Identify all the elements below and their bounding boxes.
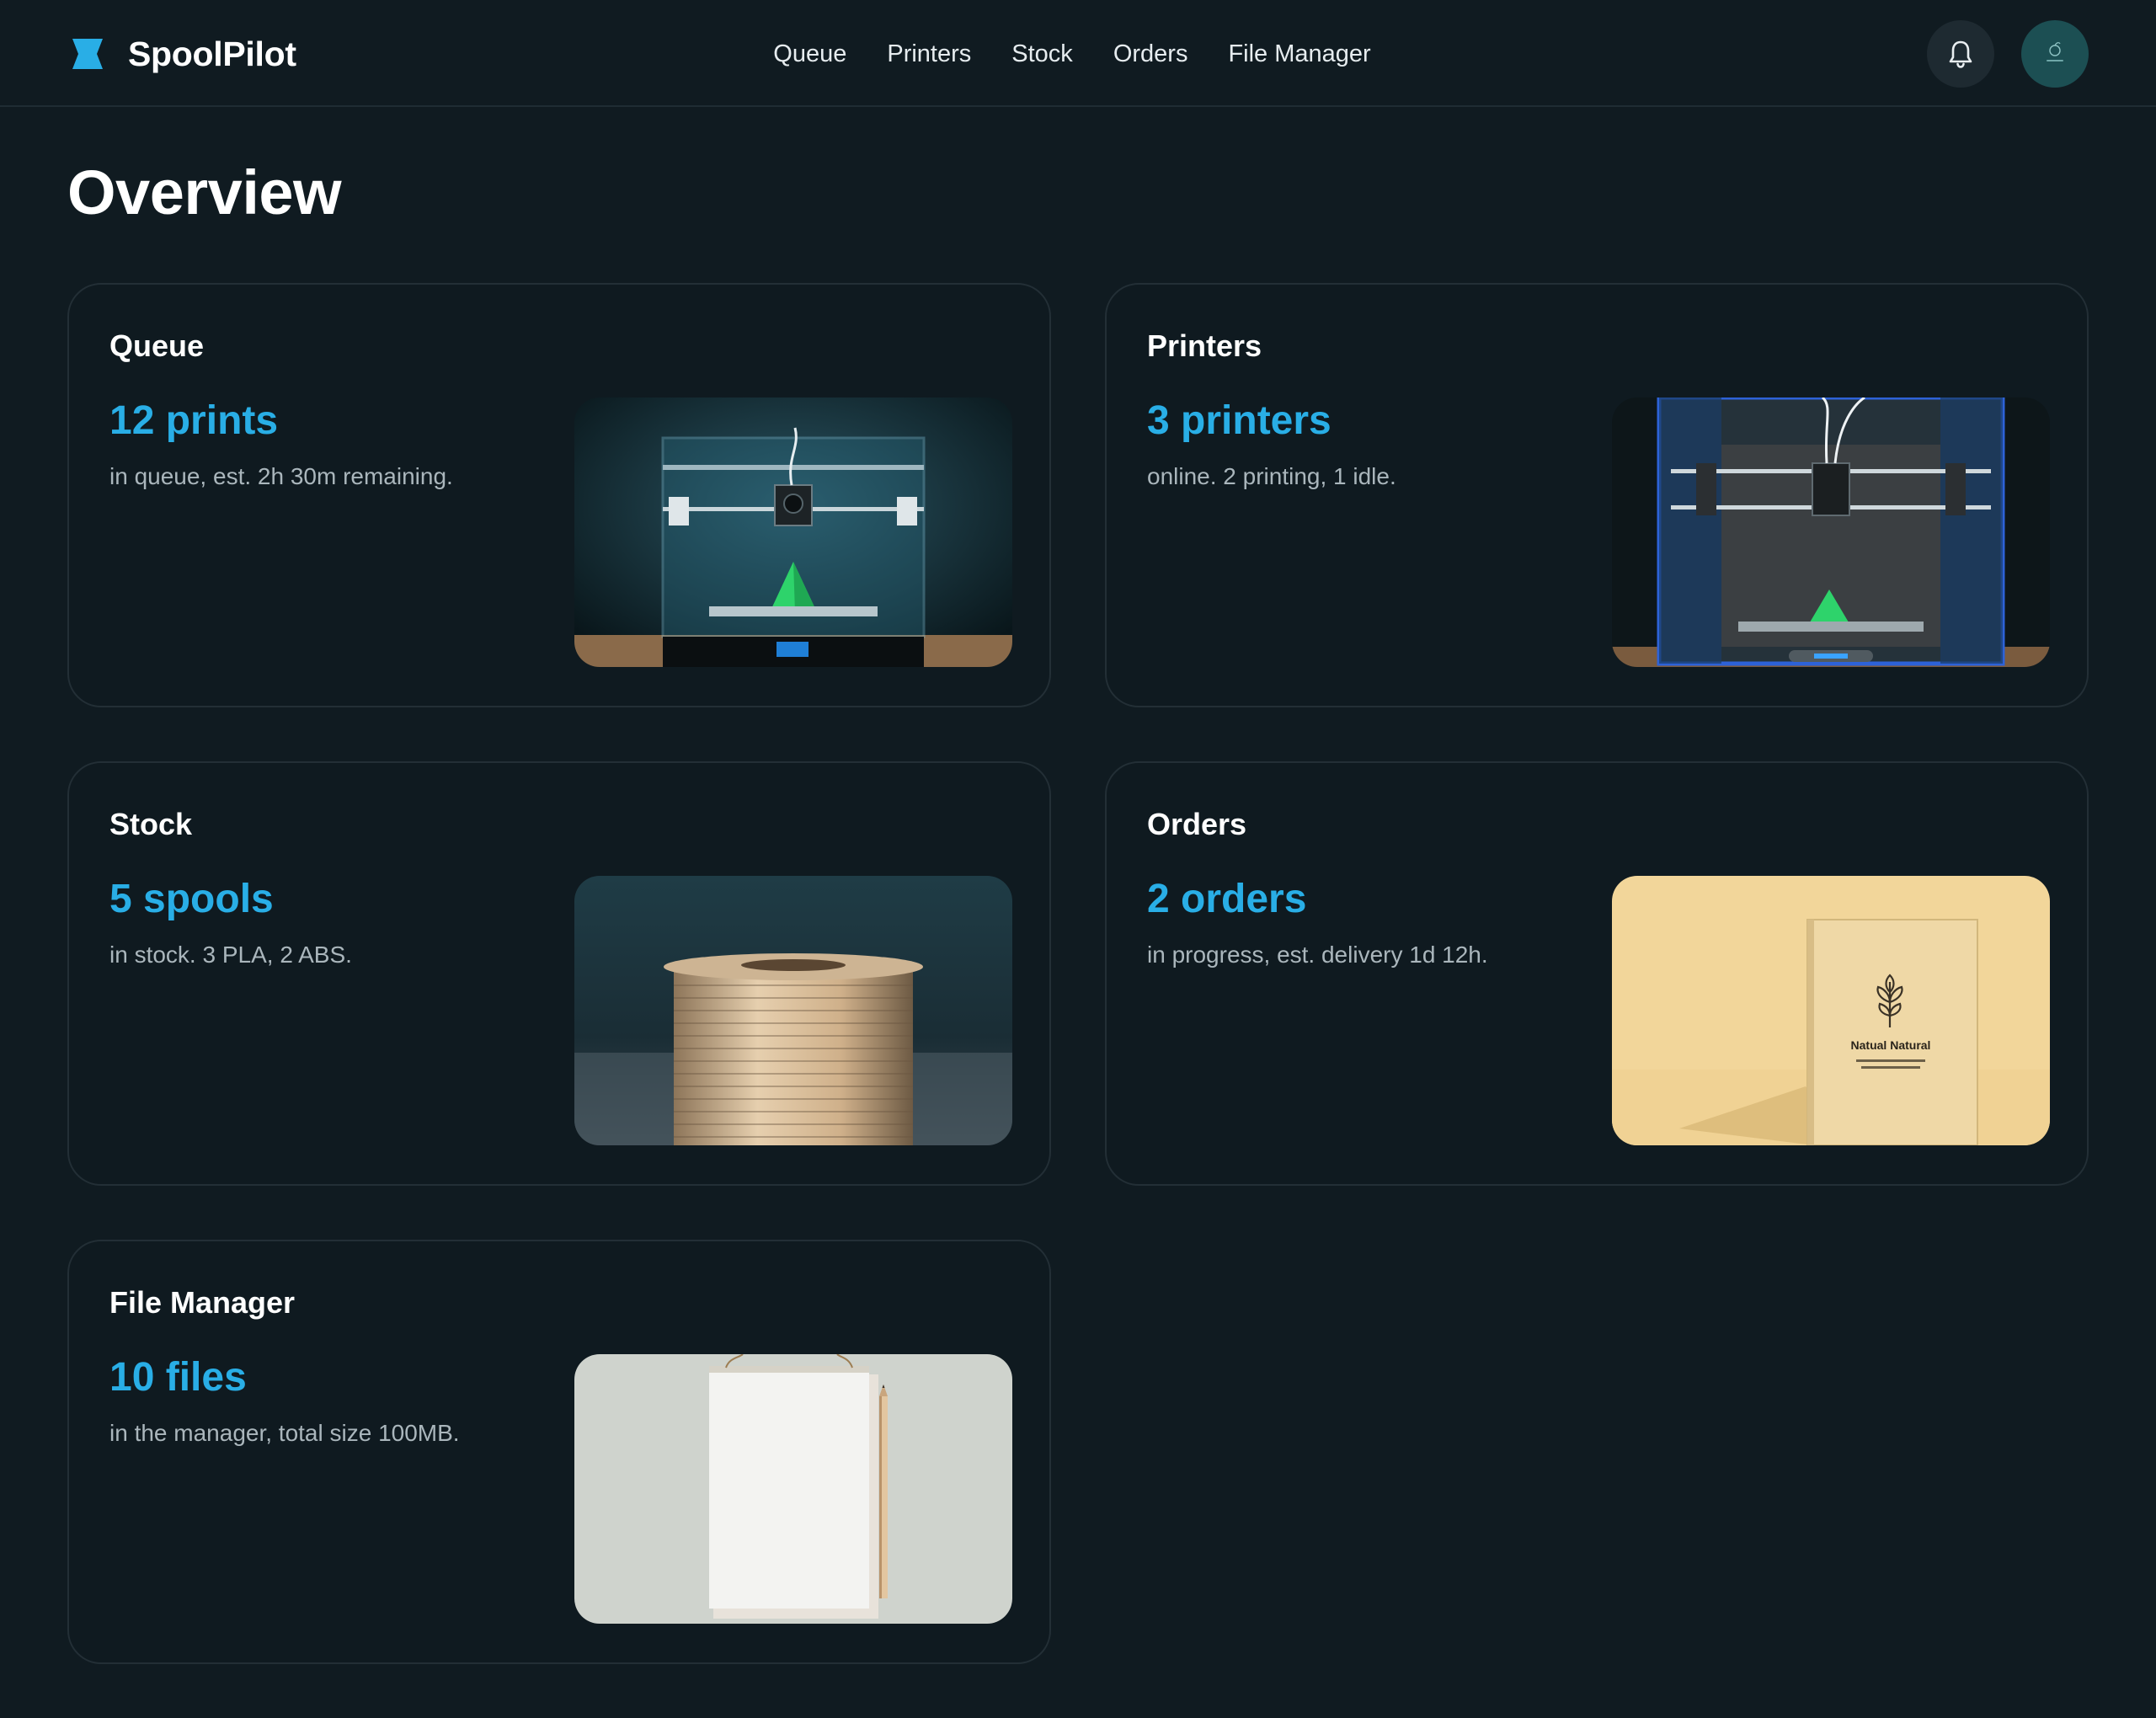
page-title: Overview	[67, 157, 342, 227]
card-count: 12 prints	[109, 398, 279, 443]
spool-logo-icon	[72, 39, 103, 69]
card-count: 3 printers	[1147, 398, 1331, 443]
stock-card[interactable]: Stock 5 spools in stock. 3 PLA, 2 ABS.	[67, 761, 1051, 1186]
card-title: Orders	[1147, 807, 1247, 841]
card-description: in progress, est. delivery 1d 12h.	[1147, 942, 1488, 968]
card-image	[574, 1354, 1012, 1624]
card-description: in stock. 3 PLA, 2 ABS.	[109, 942, 352, 968]
queue-card[interactable]: Queue 12 prints in queue, est. 2h 30m re…	[67, 283, 1051, 707]
avatar-icon	[2047, 42, 2063, 61]
nav-item-orders[interactable]: Orders	[1113, 34, 1188, 74]
user-avatar[interactable]	[2021, 20, 2089, 88]
nav-item-printers[interactable]: Printers	[887, 34, 971, 74]
card-count: 10 files	[109, 1355, 247, 1400]
3d-printer-enclosure-photo	[1612, 397, 2050, 667]
nav-item-stock[interactable]: Stock	[1011, 34, 1073, 74]
app-name: SpoolPilot	[128, 34, 296, 73]
card-image: Natual Natural	[1612, 876, 2050, 1145]
printers-card[interactable]: Printers 3 printers online. 2 printing, …	[1105, 283, 2089, 707]
3d-printer-photo	[574, 397, 1012, 667]
file-manager-card[interactable]: File Manager 10 files in the manager, to…	[67, 1240, 1051, 1664]
main-nav: Queue Printers Stock Orders File Manager	[0, 34, 2156, 74]
card-count: 2 orders	[1147, 877, 1307, 921]
card-title: Stock	[109, 807, 193, 841]
card-title: Printers	[1147, 328, 1262, 363]
box-label: Natual Natural	[1851, 1038, 1931, 1052]
nav-item-file-manager[interactable]: File Manager	[1228, 34, 1370, 74]
notepad-pencil-photo	[574, 1354, 1012, 1624]
bell-icon	[1949, 40, 1972, 68]
card-image	[574, 397, 1012, 667]
filament-spool-photo	[574, 876, 1012, 1145]
card-description: in the manager, total size 100MB.	[109, 1420, 460, 1446]
orders-card[interactable]: Orders 2 orders in progress, est. delive…	[1105, 761, 2089, 1186]
card-count: 5 spools	[109, 877, 274, 921]
card-image	[574, 876, 1012, 1145]
notifications-button[interactable]	[1927, 20, 1994, 88]
card-title: Queue	[109, 328, 205, 363]
card-description: online. 2 printing, 1 idle.	[1147, 463, 1396, 489]
product-box-photo: Natual Natural	[1612, 876, 2050, 1145]
top-bar: SpoolPilot Queue Printers Stock Orders F…	[0, 0, 2156, 107]
card-description: in queue, est. 2h 30m remaining.	[109, 463, 453, 489]
brand[interactable]: SpoolPilot	[69, 30, 296, 77]
card-title: File Manager	[109, 1285, 296, 1320]
card-image	[1612, 397, 2050, 667]
nav-item-queue[interactable]: Queue	[773, 34, 846, 74]
